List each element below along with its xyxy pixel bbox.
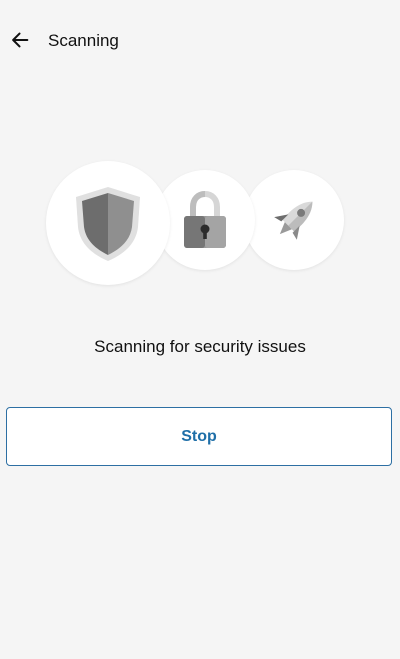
rocket-circle <box>244 170 344 270</box>
scan-status-text: Scanning for security issues <box>94 337 306 356</box>
shield-icon <box>76 187 140 261</box>
app-bar: Scanning <box>0 0 400 80</box>
scan-illustration <box>0 155 400 290</box>
stop-button[interactable]: Stop <box>6 407 392 466</box>
page-title: Scanning <box>48 31 119 50</box>
rocket-icon <box>274 201 313 240</box>
stop-button-label: Stop <box>181 427 217 445</box>
shield-circle <box>46 161 170 285</box>
arrow-left-icon <box>12 32 29 48</box>
padlock-icon <box>184 190 226 248</box>
lock-circle <box>155 170 255 270</box>
back-button[interactable] <box>6 26 34 54</box>
